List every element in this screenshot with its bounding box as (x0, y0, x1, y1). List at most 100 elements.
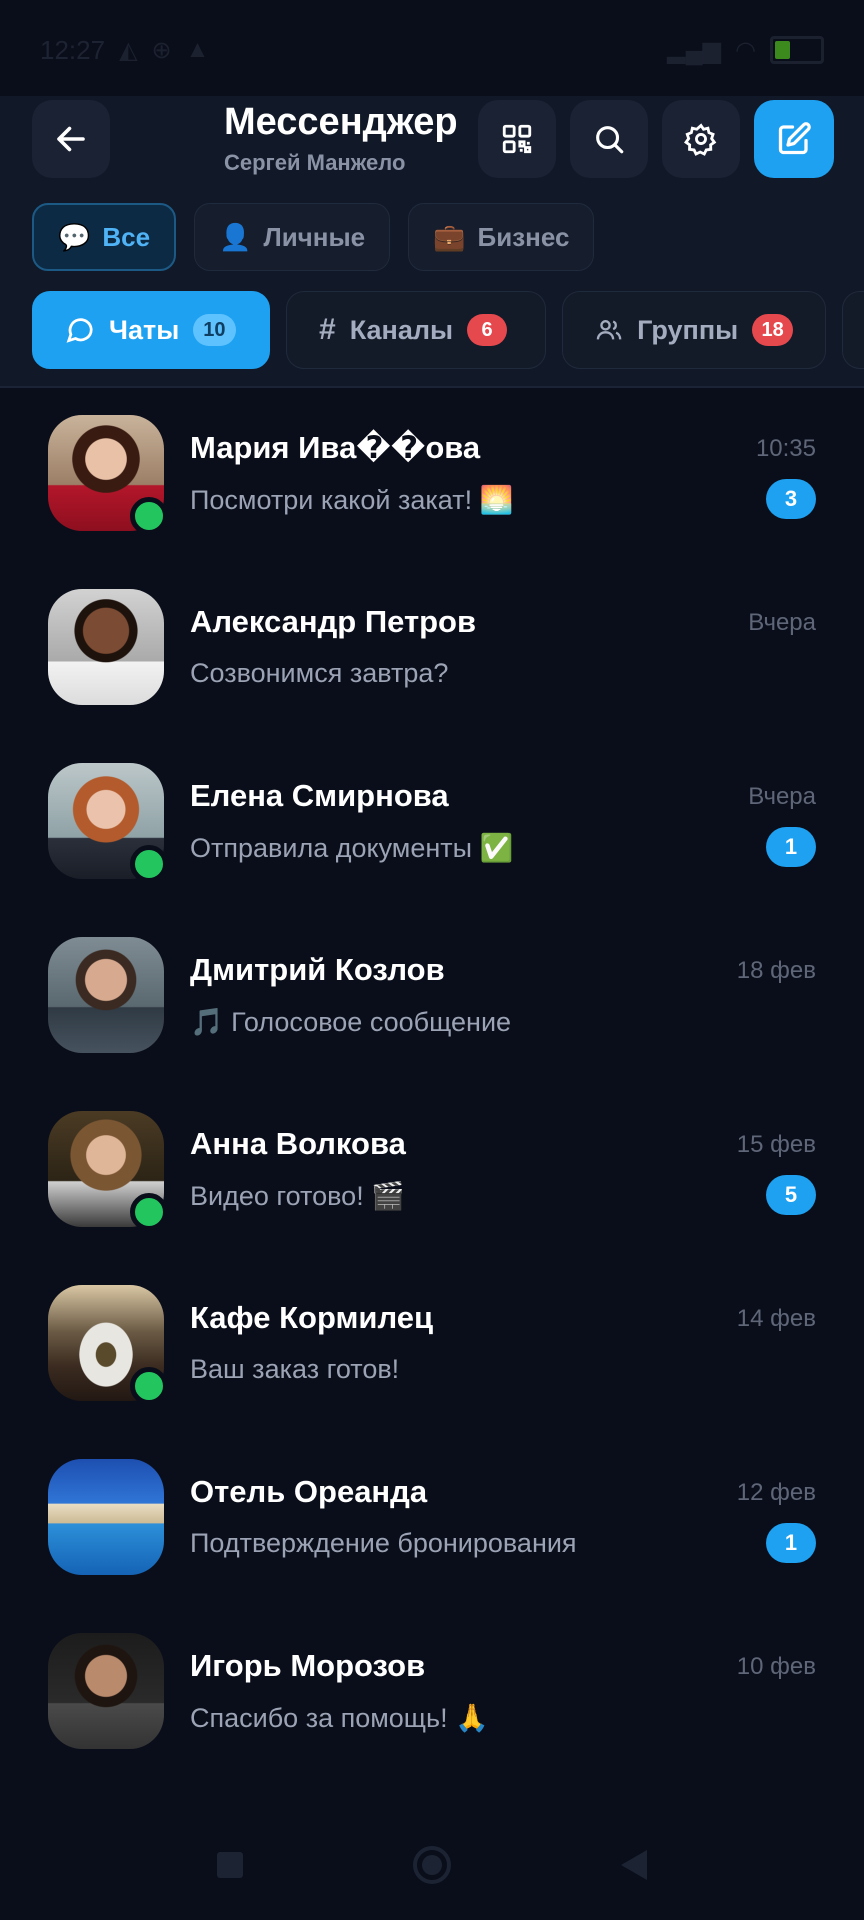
filter-business[interactable]: 💼 Бизнес (408, 203, 595, 271)
compose-icon (778, 122, 811, 155)
chat-icon (66, 318, 93, 343)
chat-preview: Созвонимся завтра? (190, 658, 449, 688)
back-icon (57, 126, 85, 152)
chat-preview: Отправила документы ✅ (190, 833, 514, 863)
compose-button[interactable] (754, 100, 834, 178)
chat-name: Анна Волкова (190, 1126, 406, 1161)
tab-bar: Чаты 10 # Каналы 6 Группы 18 (32, 291, 864, 369)
chat-row[interactable]: Кафе Кормилец Ваш заказ готов! 14 фев (0, 1270, 864, 1444)
filter-label: Бизнес (477, 221, 570, 252)
header-divider (0, 386, 864, 388)
chat-time: 12 фев (736, 1479, 816, 1506)
page-title: Мессенджер (224, 101, 458, 143)
avatar (48, 415, 168, 535)
wifi-icon: ◠ (735, 36, 756, 64)
online-indicator (130, 1367, 168, 1405)
avatar (48, 763, 168, 883)
battery-icon: 5 (770, 36, 824, 64)
tab-count-badge: 18 (752, 314, 793, 346)
avatar (48, 1285, 168, 1405)
avatar (48, 1111, 168, 1231)
chat-row[interactable]: Отель Ореанда Подтверждение бронирования… (0, 1444, 864, 1618)
settings-icon (684, 123, 717, 156)
system-nav-bar (0, 1810, 864, 1920)
search-icon (596, 126, 624, 154)
chat-row[interactable]: Мария Ива��ова Посмотри какой закат! 🌅 1… (0, 400, 864, 574)
tab-more[interactable] (842, 291, 864, 369)
chat-name: Игорь Морозов (190, 1648, 426, 1683)
unread-badge: 3 (766, 479, 816, 519)
chat-row[interactable]: Александр Петров Созвонимся завтра? Вчер… (0, 574, 864, 748)
warning-icon: ▲ (185, 36, 210, 63)
chat-preview: Посмотри какой закат! 🌅 (190, 485, 514, 515)
filter-personal[interactable]: 👤 Личные (194, 203, 391, 271)
hash-icon: # (319, 313, 336, 346)
chat-name: Кафе Кормилец (190, 1300, 434, 1335)
unread-badge: 5 (766, 1175, 816, 1215)
chat-name: Отель Ореанда (190, 1474, 428, 1509)
tab-count-badge: 10 (193, 314, 236, 346)
globe-icon: ⊕ (151, 36, 172, 64)
chat-name: Александр Петров (190, 604, 477, 639)
unread-badge: 1 (766, 827, 816, 867)
filter-label: Все (102, 221, 151, 252)
avatar (48, 589, 164, 705)
account-name: Сергей Манжело (224, 150, 406, 175)
chat-list: Мария Ива��ова Посмотри какой закат! 🌅 1… (0, 400, 864, 1792)
person-icon: 👤 (219, 221, 252, 252)
online-indicator (130, 1193, 168, 1231)
chat-time: 14 фев (736, 1305, 816, 1332)
settings-button[interactable] (662, 100, 740, 178)
status-time: 12:27 (40, 34, 106, 65)
signal-icon: ▂▄▆ (667, 36, 722, 64)
chat-name: Мария Ива��ова (190, 430, 481, 465)
chat-time: Вчера (748, 609, 816, 636)
tab-label: Группы (637, 314, 739, 345)
qr-code-icon (502, 124, 532, 154)
chat-time: 18 фев (736, 957, 816, 984)
back-nav-icon[interactable] (621, 1850, 647, 1880)
search-button[interactable] (570, 100, 648, 178)
status-bar: 12:27 ◭ ⊕ ▲ ▂▄▆ ◠ 5 (0, 0, 864, 100)
title-block: Мессенджер Сергей Манжело (224, 100, 458, 176)
battery-level: 5 (793, 42, 801, 58)
filter-label: Личные (263, 221, 366, 252)
chat-name: Елена Смирнова (190, 778, 449, 813)
app-header: Мессенджер Сергей Манжело 💬 Все 👤 Личные… (0, 96, 864, 388)
chat-time: 10:35 (755, 435, 816, 462)
qr-button[interactable] (478, 100, 556, 178)
chat-preview: Подтверждение бронирования (190, 1528, 577, 1558)
chat-row[interactable]: Игорь Морозов Спасибо за помощь! 🙏 10 фе… (0, 1618, 864, 1792)
tab-count-badge: 6 (467, 314, 508, 346)
chat-bubble-icon: 💬 (58, 221, 91, 252)
avatar (48, 1459, 164, 1575)
tab-chats[interactable]: Чаты 10 (32, 291, 270, 369)
tab-channels[interactable]: # Каналы 6 (286, 291, 546, 369)
avatar (48, 937, 164, 1053)
chat-preview: 🎵 Голосовое сообщение (190, 1007, 512, 1037)
chat-name: Дмитрий Козлов (190, 952, 445, 987)
online-indicator (130, 845, 168, 883)
chat-row[interactable]: Анна Волкова Видео готово! 🎬 15 фев 5 (0, 1096, 864, 1270)
briefcase-icon: 💼 (433, 221, 466, 252)
tab-label: Чаты (109, 314, 180, 345)
home-icon[interactable] (413, 1846, 451, 1884)
tab-groups[interactable]: Группы 18 (562, 291, 826, 369)
filter-bar: 💬 Все 👤 Личные 💼 Бизнес (32, 203, 595, 271)
online-indicator (130, 497, 168, 535)
chat-row[interactable]: Дмитрий Козлов 🎵 Голосовое сообщение 18 … (0, 922, 864, 1096)
chat-time: 10 фев (736, 1653, 816, 1680)
chat-time: 15 фев (736, 1131, 816, 1158)
recents-icon[interactable] (217, 1852, 243, 1878)
unread-badge: 1 (766, 1523, 816, 1563)
group-icon (596, 320, 622, 340)
tab-label: Каналы (349, 314, 454, 345)
avatar (48, 1633, 164, 1749)
chat-preview: Видео готово! 🎬 (190, 1181, 405, 1211)
vpn-icon: ◭ (119, 36, 138, 64)
chat-row[interactable]: Елена Смирнова Отправила документы ✅ Вче… (0, 748, 864, 922)
chat-time: Вчера (748, 783, 816, 810)
chat-preview: Спасибо за помощь! 🙏 (190, 1703, 489, 1733)
filter-all[interactable]: 💬 Все (32, 203, 177, 271)
back-button[interactable] (32, 100, 110, 178)
